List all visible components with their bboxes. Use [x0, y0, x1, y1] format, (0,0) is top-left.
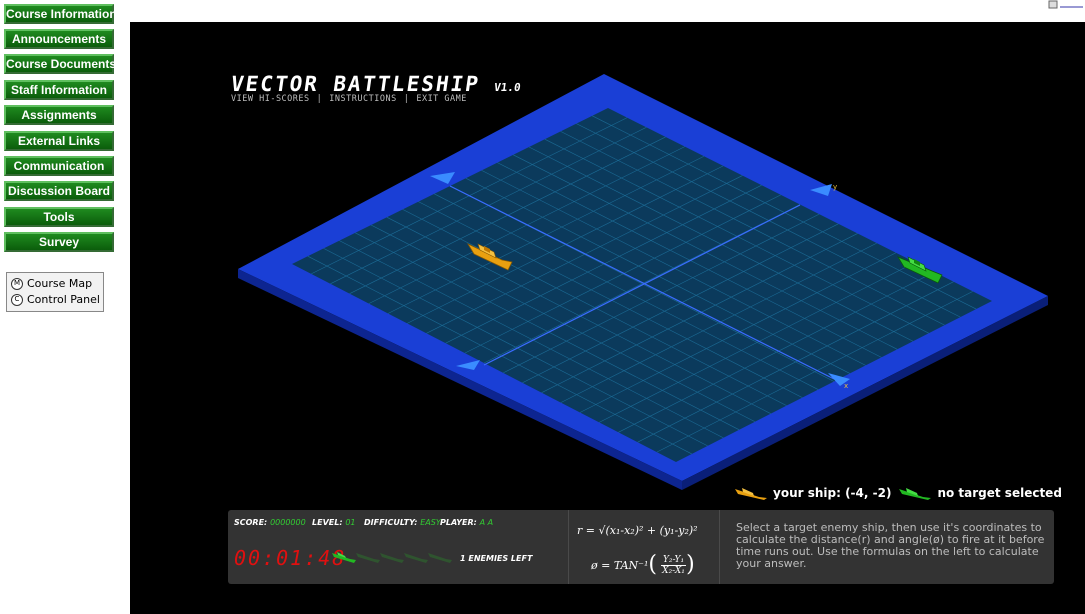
control-panel-icon: C [11, 294, 23, 306]
fraction-numerator: Y₂-Y₁ [660, 554, 687, 566]
game-instructions: Select a target enemy ship, then use it'… [736, 521, 1045, 570]
player-label: PLAYER: [440, 518, 477, 527]
view-hiscores-link[interactable]: VIEW HI-SCORES [231, 94, 310, 104]
formula-panel: r = √(x₁-x₂)² + (y₁-y₂)² ø = TAN⁻¹ ( Y₂-… [568, 510, 720, 584]
corner-link-icon[interactable] [1047, 0, 1085, 10]
nav-tools[interactable]: Tools [4, 207, 114, 227]
nav-announcements[interactable]: Announcements [4, 29, 114, 49]
course-map-label: Course Map [27, 277, 93, 290]
distance-formula: r = √(x₁-x₂)² + (y₁-y₂)² [577, 524, 698, 537]
nav-course-information[interactable]: Course Information [4, 4, 117, 24]
fraction-denominator: X₂-X₁ [662, 565, 685, 576]
level-label: LEVEL: [312, 518, 343, 527]
enemy-remaining-icon [332, 552, 356, 563]
player-stat: PLAYER: A A [440, 518, 493, 527]
ship-legend: your ship: (-4, -2) no target selected [735, 486, 1062, 500]
game-title-text: VECTOR BATTLESHIP [229, 72, 482, 96]
enemy-ship-icon [899, 488, 932, 500]
target-label: no target selected [937, 486, 1062, 500]
game-version: V1.0 [493, 81, 522, 94]
x-axis-marker: x [844, 382, 848, 390]
control-panel-label: Control Panel [27, 293, 100, 306]
enemy-sunk-icon [428, 553, 452, 563]
angle-fraction: Y₂-Y₁ X₂-X₁ [660, 554, 687, 576]
paren-right: ) [686, 552, 695, 577]
game-title: VECTOR BATTLESHIP V1.0 [229, 72, 522, 96]
control-panel-link[interactable]: C Control Panel [11, 292, 103, 308]
nav-communication[interactable]: Communication [4, 156, 114, 176]
player-ship-icon [735, 488, 767, 500]
course-sidebar: Course Information Announcements Course … [0, 0, 130, 614]
y-axis-marker: y [833, 183, 837, 191]
angle-formula-prefix: ø = TAN⁻¹ [591, 558, 649, 572]
map-icon: M [11, 278, 23, 290]
difficulty-label: DIFFICULTY: [364, 518, 418, 527]
enemy-sunk-icon [380, 553, 404, 563]
difficulty-stat: DIFFICULTY: EASY [364, 518, 441, 527]
game-hud: SCORE: 0000000 LEVEL: 01 DIFFICULTY: EAS… [228, 510, 1054, 584]
game-menu: VIEW HI-SCORES | INSTRUCTIONS | EXIT GAME [231, 94, 467, 104]
enemy-sunk-icon [356, 553, 380, 563]
course-map-link[interactable]: M Course Map [11, 276, 103, 292]
nav-course-documents[interactable]: Course Documents [4, 54, 116, 74]
score-label: SCORE: [234, 518, 268, 527]
angle-formula: ø = TAN⁻¹ ( Y₂-Y₁ X₂-X₁ ) [591, 554, 695, 576]
paren-left: ( [648, 552, 657, 577]
game-canvas[interactable]: x y VECTOR BATTLESHIP V1.0 VIEW HI-SCORE… [130, 22, 1085, 614]
instructions-link[interactable]: INSTRUCTIONS [329, 94, 396, 104]
nav-staff-information[interactable]: Staff Information [4, 80, 114, 100]
level-value: 01 [345, 518, 356, 527]
player-value: A A [479, 518, 494, 527]
course-toolbox: M Course Map C Control Panel [6, 272, 104, 312]
nav-external-links[interactable]: External Links [4, 131, 114, 151]
countdown-timer: 00:01:48 [234, 546, 347, 570]
nav-survey[interactable]: Survey [4, 232, 114, 252]
nav-discussion-board[interactable]: Discussion Board [4, 181, 114, 201]
difficulty-value: EASY [420, 518, 441, 527]
menu-separator: | [403, 94, 410, 104]
enemy-fleet-indicator [332, 552, 452, 563]
level-stat: LEVEL: 01 [312, 518, 356, 527]
score-stat: SCORE: 0000000 [234, 518, 306, 527]
menu-separator: | [316, 94, 323, 104]
enemies-left: 1 ENEMIES LEFT [460, 554, 533, 563]
nav-assignments[interactable]: Assignments [4, 105, 114, 125]
score-value: 0000000 [270, 518, 306, 527]
enemy-sunk-icon [404, 553, 428, 563]
your-ship-label: your ship: (-4, -2) [773, 486, 892, 500]
exit-game-link[interactable]: EXIT GAME [416, 94, 467, 104]
